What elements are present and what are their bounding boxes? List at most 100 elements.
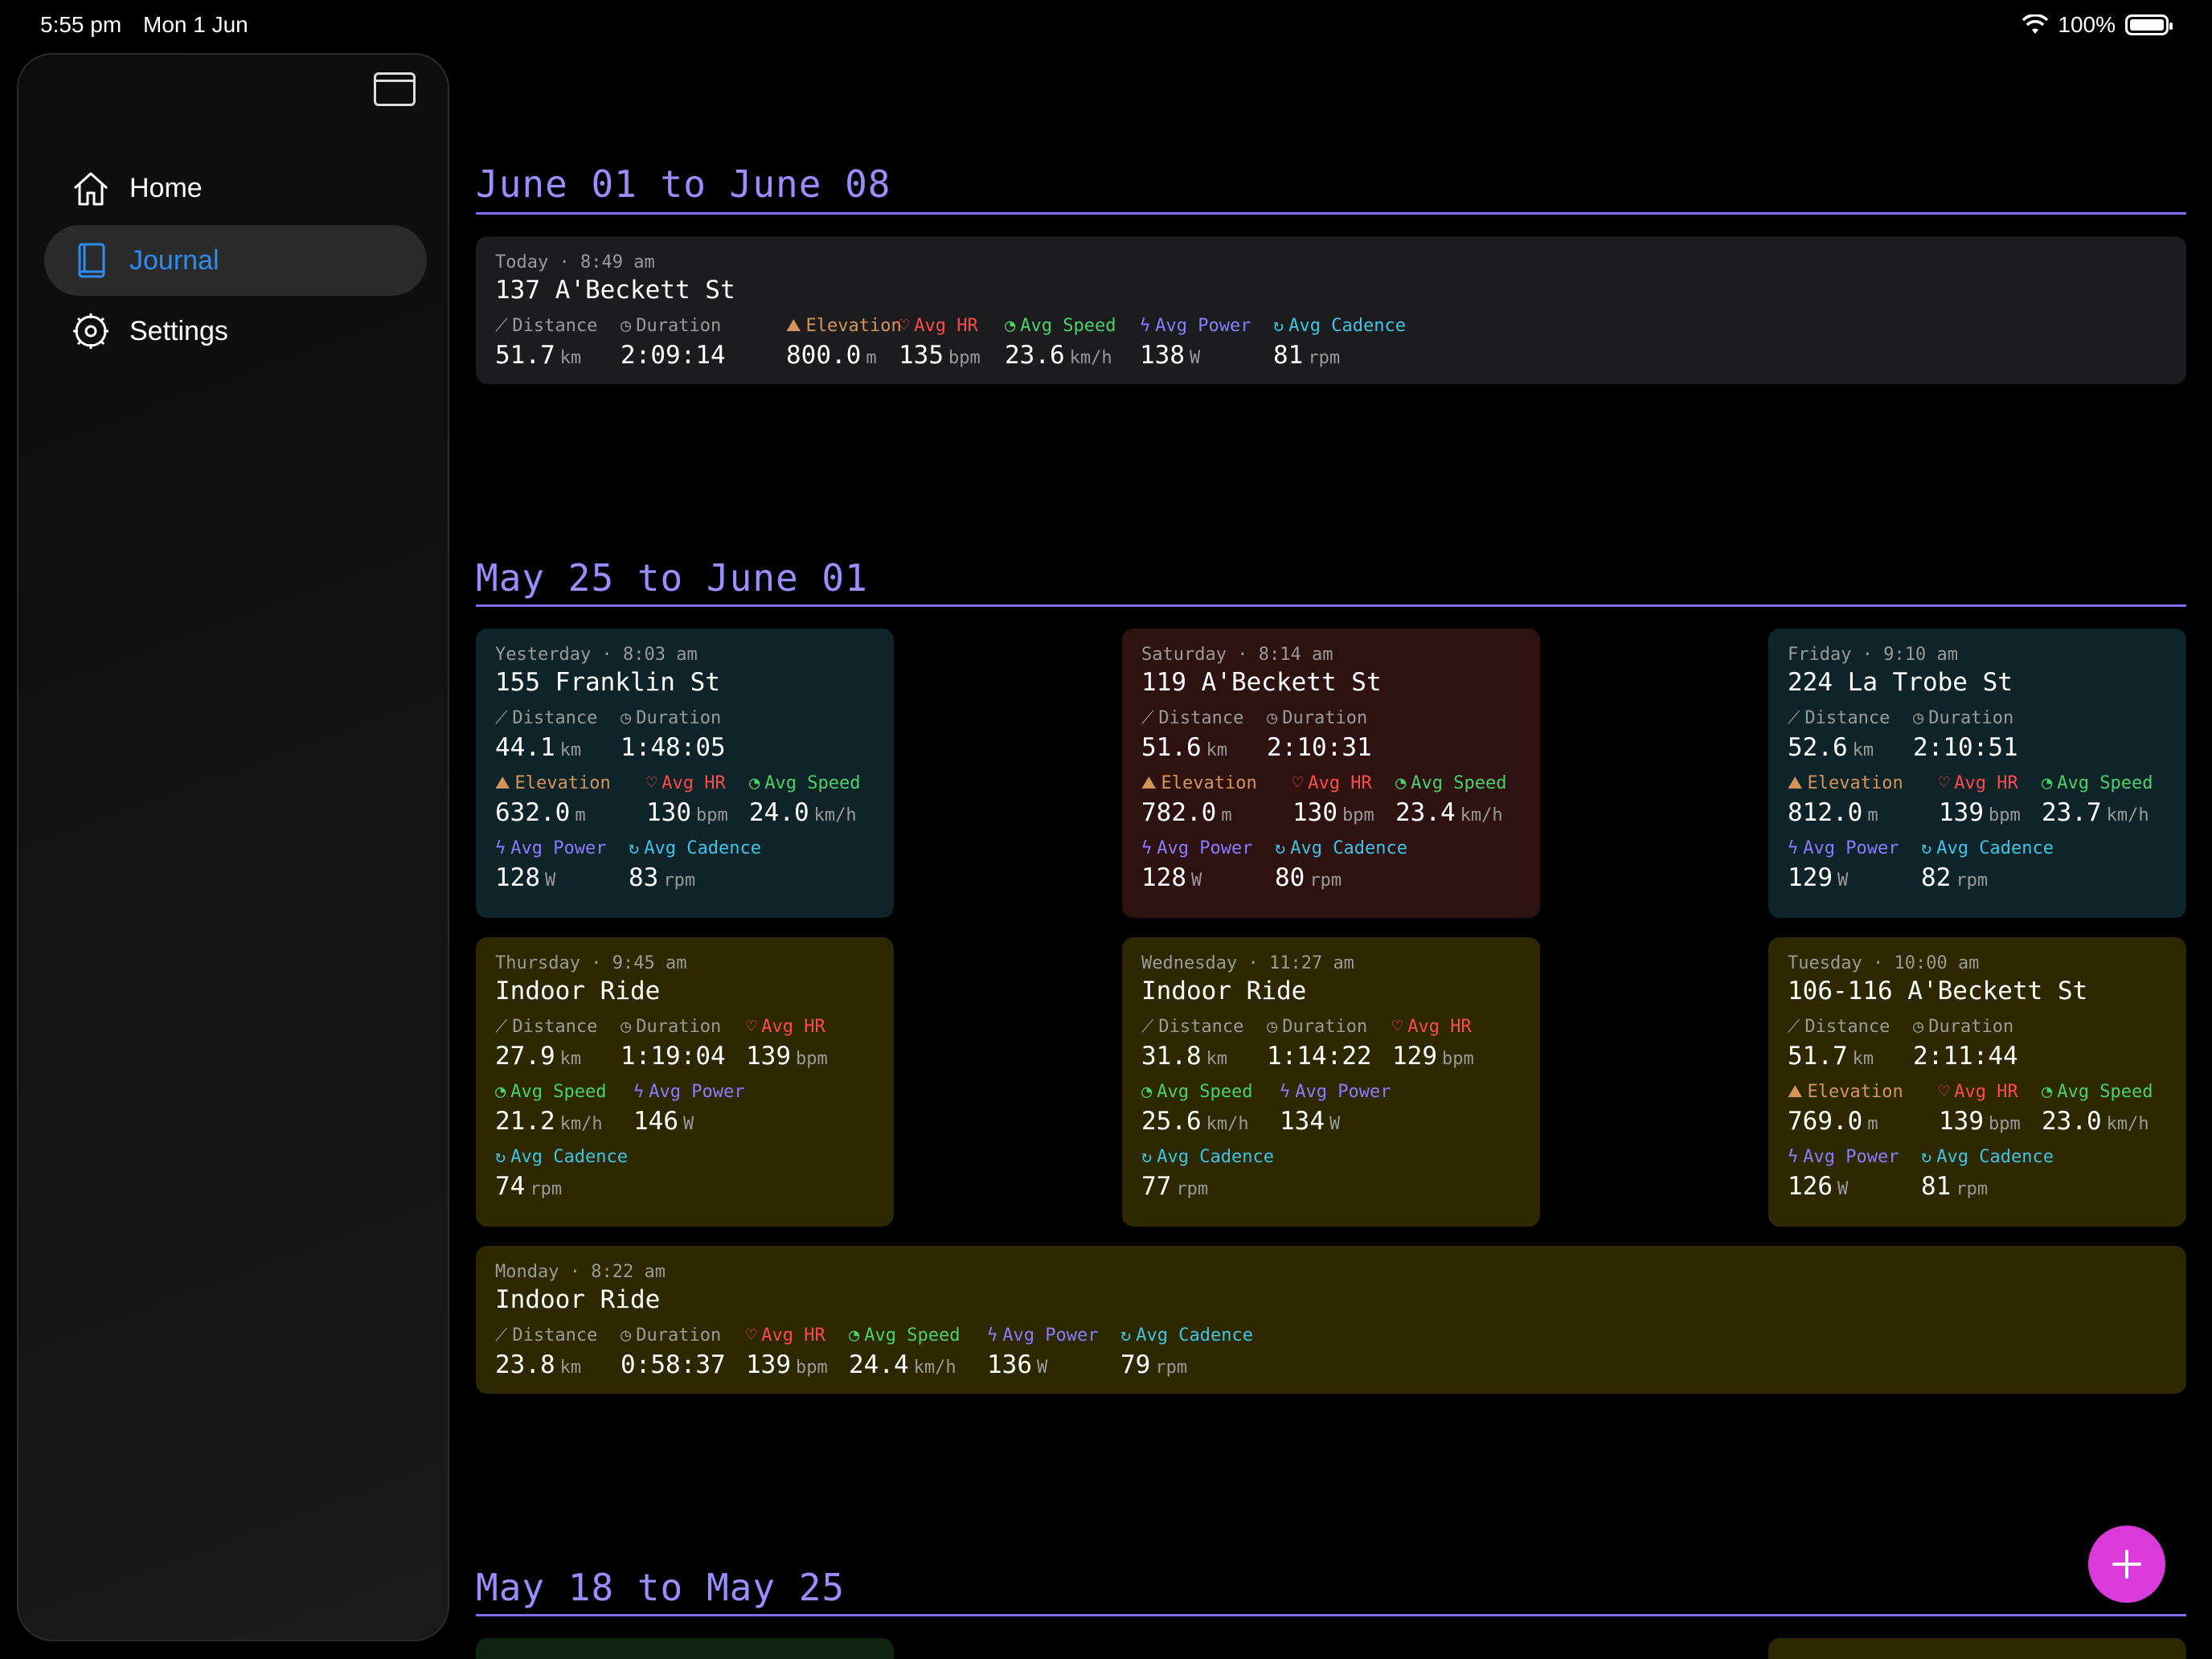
mountain-icon: ⛰ [786, 316, 801, 336]
ride-meta: Friday · 9:10 am [1788, 645, 1958, 665]
ride-meta: Yesterday · 8:03 am [495, 645, 698, 665]
metric-distance: ⟋ Distance 51.7 km [1788, 1017, 1890, 1071]
mountain-icon: ⛰ [1141, 773, 1157, 793]
speedometer-icon: ◔ [1395, 773, 1407, 793]
heart-icon: ♡ [1292, 773, 1304, 793]
ride-meta: Today · 8:49 am [495, 252, 655, 272]
ride-card[interactable]: Today · 8:49 am 137 A'Beckett St ⟋ Distan… [476, 236, 2186, 384]
metric-elevation: ⛰ Elevation 800.0 m [786, 316, 902, 370]
bolt-icon: ϟ [1788, 1147, 1799, 1167]
status-time: 5:55 pm [40, 12, 122, 37]
metric-elevation: ⛰ Elevation 769.0 m [1788, 1082, 1903, 1136]
week-divider [476, 212, 2186, 215]
heart-icon: ♡ [899, 316, 910, 336]
ride-title: Indoor Ride [495, 977, 661, 1006]
metric-power: ϟ Avg Power 136 W [987, 1325, 1099, 1379]
speedometer-icon: ◔ [749, 773, 760, 793]
clock-icon: ◷ [1913, 1017, 1924, 1037]
sidebar-toggle-icon[interactable] [374, 72, 416, 106]
ride-meta: Tuesday · 10:00 am [1788, 953, 1980, 973]
ride-card[interactable]: Yesterday · 8:03 am 155 Franklin St ⟋ Dis… [476, 629, 894, 918]
home-icon [70, 167, 112, 209]
metric-power: ϟ Avg Power 146 W [633, 1082, 745, 1136]
cycle-icon: ↻ [495, 1147, 506, 1167]
sidebar-item-label: Home [129, 172, 203, 203]
week-divider [476, 1614, 2186, 1616]
metric-speed: ◔ Avg Speed 23.6 km/h [1005, 316, 1116, 370]
metric-cadence: ↻ Avg Cadence 82 rpm [1921, 838, 2054, 892]
metric-distance: ⟋ Distance 51.7 km [495, 316, 598, 370]
speedometer-icon: ◔ [2042, 773, 2053, 793]
week-divider [476, 604, 2186, 607]
sidebar-item-journal[interactable]: Journal [44, 225, 427, 296]
heart-icon: ♡ [746, 1325, 757, 1346]
sidebar-item-home[interactable]: Home [44, 153, 427, 223]
cycle-icon: ↻ [629, 838, 640, 858]
metric-distance: ⟋ Distance 23.8 km [495, 1325, 598, 1379]
ride-meta: Wednesday · 11:27 am [1141, 953, 1354, 973]
metric-power: ϟ Avg Power 129 W [1788, 838, 1899, 892]
ride-card[interactable]: Saturday · 8:14 am 119 A'Beckett St ⟋ Dis… [1122, 629, 1540, 918]
metric-hr: ♡ Avg HR 130 bpm [646, 773, 728, 827]
sidebar-item-label: Settings [129, 315, 228, 346]
metric-hr: ♡ Avg HR 139 bpm [1939, 773, 2021, 827]
clock-icon: ◷ [621, 1325, 632, 1346]
metric-power: ϟ Avg Power 134 W [1280, 1082, 1391, 1136]
ride-card[interactable]: Wednesday · 11:27 am Indoor Ride ⟋ Distan… [1122, 937, 1540, 1227]
add-ride-button[interactable] [2088, 1526, 2165, 1603]
cycle-icon: ↻ [1141, 1147, 1153, 1167]
metric-duration: ◷ Duration 2:09:14 [621, 316, 726, 370]
metric-duration: ◷ Duration 2:10:51 [1913, 708, 2018, 762]
ride-title: 106-116 A'Beckett St [1788, 977, 2088, 1006]
week-title: May 18 to May 25 [476, 1566, 846, 1609]
metric-cadence: ↻ Avg Cadence 74 rpm [495, 1147, 628, 1201]
speedometer-icon: ◔ [1005, 316, 1016, 336]
ride-card[interactable]: Tuesday · 10:00 am 106-116 A'Beckett St … [1768, 937, 2186, 1227]
metric-distance: ⟋ Distance 52.6 km [1788, 708, 1890, 762]
metric-hr: ♡ Avg HR 139 bpm [746, 1325, 828, 1379]
ride-title: 224 La Trobe St [1788, 668, 2013, 697]
status-date: Mon 1 Jun [143, 12, 248, 37]
ride-title: 137 A'Beckett St [495, 276, 735, 305]
metric-cadence: ↻ Avg Cadence 79 rpm [1120, 1325, 1253, 1379]
ride-card[interactable]: Thursday · 9:45 am Indoor Ride ⟋ Distance… [476, 937, 894, 1227]
metric-distance: ⟋ Distance 27.9 km [495, 1017, 598, 1071]
book-icon [70, 240, 112, 281]
metric-speed: ◔ Avg Speed 23.4 km/h [1395, 773, 1507, 827]
sidebar-item-settings[interactable]: Settings [44, 296, 427, 367]
metric-power: ϟ Avg Power 126 W [1788, 1147, 1899, 1201]
ride-card[interactable]: Friday · 9:10 am 224 La Trobe St ⟋ Distan… [1768, 629, 2186, 918]
heart-icon: ♡ [1939, 1082, 1950, 1102]
ride-card[interactable] [1768, 1638, 2186, 1659]
bolt-icon: ϟ [1280, 1082, 1291, 1102]
mountain-icon: ⛰ [1788, 1082, 1803, 1102]
ride-title: 119 A'Beckett St [1141, 668, 1382, 697]
sidebar: Home Journal Settings [17, 53, 449, 1641]
metric-power: ϟ Avg Power 128 W [1141, 838, 1253, 892]
metric-speed: ◔ Avg Speed 21.2 km/h [495, 1082, 607, 1136]
bolt-icon: ϟ [633, 1082, 645, 1102]
journal-main: June 01 to June 08 Today · 8:49 am 137 A… [476, 0, 2186, 1659]
clock-icon: ◷ [621, 708, 632, 728]
ride-meta: Monday · 8:22 am [495, 1262, 666, 1282]
ride-card[interactable] [476, 1638, 894, 1659]
metric-duration: ◷ Duration 1:48:05 [621, 708, 726, 762]
metric-hr: ♡ Avg HR 139 bpm [1939, 1082, 2021, 1136]
distance-icon: ⟋ [1788, 1017, 1800, 1037]
distance-icon: ⟋ [1141, 1017, 1154, 1037]
ride-card[interactable]: Monday · 8:22 am Indoor Ride ⟋ Distance 2… [476, 1246, 2186, 1394]
metric-duration: ◷ Duration 2:10:31 [1267, 708, 1372, 762]
metric-duration: ◷ Duration 0:58:37 [621, 1325, 726, 1379]
gear-icon [70, 310, 112, 352]
metric-power: ϟ Avg Power 128 W [495, 838, 607, 892]
distance-icon: ⟋ [1788, 708, 1800, 728]
ride-title: 155 Franklin St [495, 668, 720, 697]
bolt-icon: ϟ [1141, 838, 1153, 858]
metric-distance: ⟋ Distance 31.8 km [1141, 1017, 1244, 1071]
clock-icon: ◷ [1913, 708, 1924, 728]
speedometer-icon: ◔ [849, 1325, 860, 1346]
metric-cadence: ↻ Avg Cadence 81 rpm [1921, 1147, 2054, 1201]
metric-elevation: ⛰ Elevation 782.0 m [1141, 773, 1257, 827]
mountain-icon: ⛰ [1788, 773, 1803, 793]
metric-hr: ♡ Avg HR 130 bpm [1292, 773, 1374, 827]
